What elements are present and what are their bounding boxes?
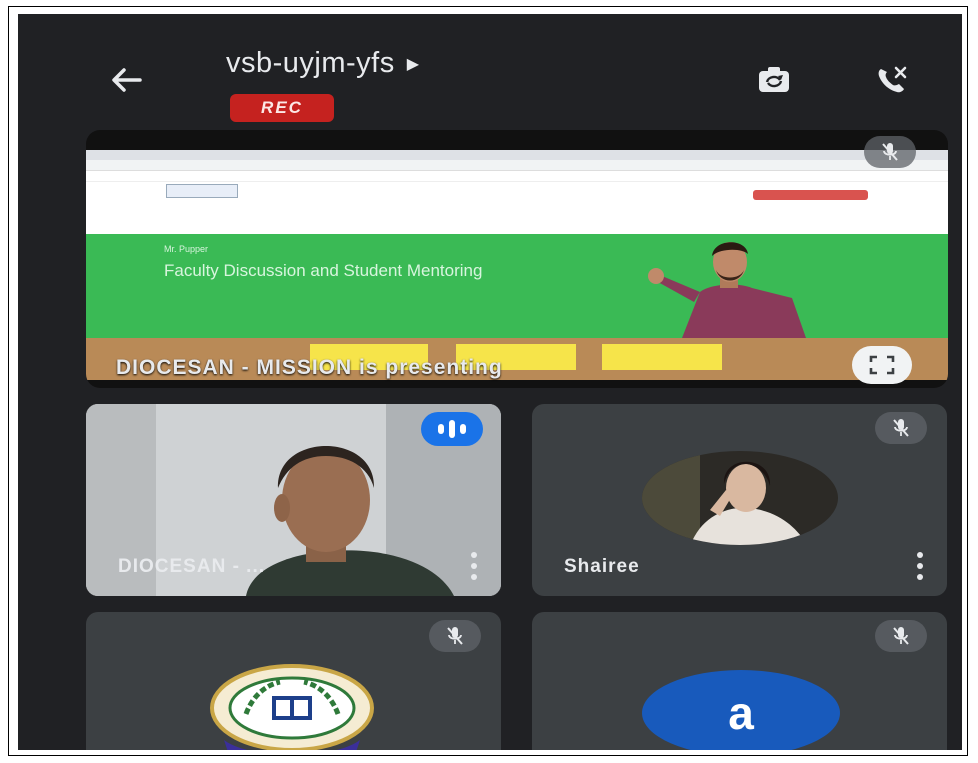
participant-tile[interactable]	[86, 612, 501, 750]
browser-tab-strip	[86, 150, 948, 160]
slide-subheading: Mr. Pupper	[164, 244, 209, 254]
more-vert-icon	[917, 552, 923, 558]
participant-tile[interactable]: Shairee	[532, 404, 947, 596]
audio-level-icon	[460, 424, 466, 434]
website-nav	[86, 182, 948, 206]
browser-bookmarks-bar	[86, 171, 948, 182]
meet-call-screen: vsb-uyjm-yfs ▶ REC Mr. Pupper Faculty Di…	[18, 14, 962, 750]
presenter-mute-badge	[864, 136, 916, 168]
phone-hangup-icon	[878, 66, 907, 93]
participant-name: DIOCESAN - ...	[118, 556, 266, 577]
presenter-illustration	[648, 242, 806, 338]
presentation-tile[interactable]: Mr. Pupper Faculty Discussion and Studen…	[86, 130, 948, 388]
participant-more-button[interactable]	[913, 552, 927, 580]
institution-logo	[210, 664, 374, 750]
participant-mute-badge	[875, 620, 927, 652]
participant-avatar: a	[642, 670, 840, 750]
more-vert-icon	[471, 563, 477, 569]
website-cta-button	[753, 190, 868, 200]
participant-tile[interactable]: DIOCESAN - ...	[86, 404, 501, 596]
participant-tile[interactable]: a	[532, 612, 947, 750]
audio-level-icon	[438, 424, 444, 434]
recording-badge: REC	[230, 94, 334, 122]
call-options-button[interactable]	[872, 64, 912, 96]
participant-mute-badge	[875, 412, 927, 444]
arrow-left-icon	[112, 68, 142, 92]
participant-name: Shairee	[564, 556, 640, 577]
mic-off-icon	[447, 627, 463, 645]
switch-camera-button[interactable]	[754, 64, 794, 96]
switch-camera-icon	[759, 67, 789, 92]
more-vert-icon	[471, 574, 477, 580]
website-logo	[166, 184, 238, 198]
sticky-note	[602, 344, 722, 370]
mic-off-icon	[882, 143, 898, 161]
meeting-title[interactable]: vsb-uyjm-yfs ▶	[226, 47, 420, 80]
more-vert-icon	[917, 574, 923, 580]
shared-screen: Mr. Pupper Faculty Discussion and Studen…	[86, 150, 948, 380]
fullscreen-button[interactable]	[852, 346, 912, 384]
more-vert-icon	[471, 552, 477, 558]
audio-level-icon	[449, 420, 455, 438]
mic-off-icon	[893, 627, 909, 645]
presenting-caption: DIOCESAN - MISSION is presenting	[116, 356, 503, 379]
browser-address-bar	[86, 160, 948, 171]
caret-right-icon: ▶	[406, 55, 420, 73]
slide-heading: Faculty Discussion and Student Mentoring	[164, 261, 483, 280]
slide-hero: Mr. Pupper Faculty Discussion and Studen…	[86, 234, 948, 338]
speaking-indicator	[421, 412, 483, 446]
mic-off-icon	[893, 419, 909, 437]
participant-more-button[interactable]	[467, 552, 481, 580]
meeting-code: vsb-uyjm-yfs	[226, 47, 395, 79]
participant-mute-badge	[429, 620, 481, 652]
back-button[interactable]	[106, 60, 146, 100]
more-vert-icon	[917, 563, 923, 569]
participant-avatar-photo	[642, 451, 838, 545]
fullscreen-icon	[869, 355, 895, 375]
